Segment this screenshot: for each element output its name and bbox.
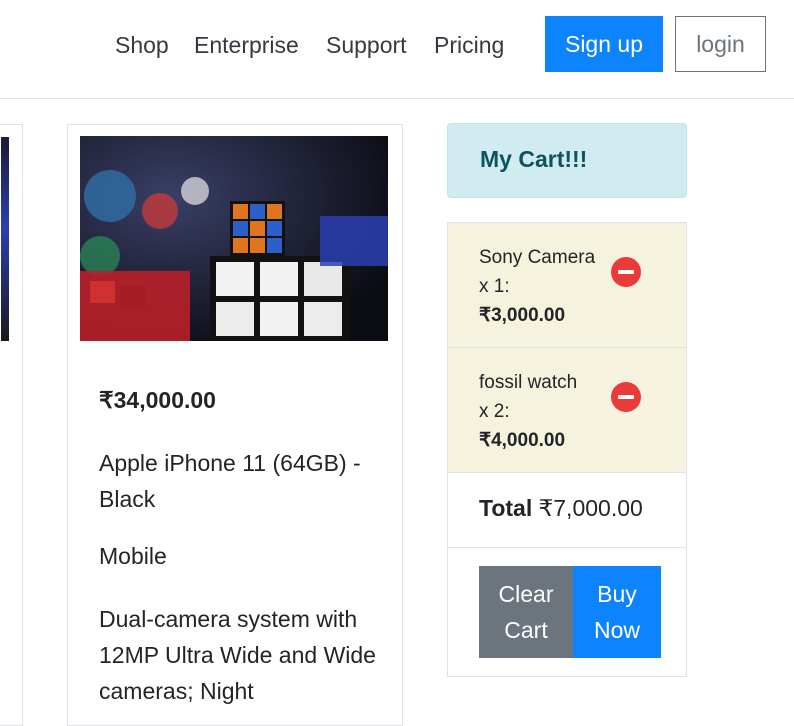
product-category: Mobile bbox=[99, 543, 167, 569]
cart-total: Total ₹7,000.00 bbox=[448, 473, 686, 548]
cart-item: Sony Camera x 1: ₹3,000.00 bbox=[448, 223, 686, 348]
cart-item-qty: x 1: bbox=[479, 276, 510, 297]
product-description: Dual-camera system with 12MP Ultra Wide … bbox=[99, 606, 376, 704]
clear-cart-button[interactable]: Clear Cart bbox=[479, 566, 573, 658]
product-name[interactable]: Apple iPhone 11 (64GB) - Black bbox=[99, 445, 389, 517]
cart-total-value: ₹7,000.00 bbox=[538, 495, 643, 521]
product-card: ₹34,000.00 Apple iPhone 11 (64GB) - Blac… bbox=[67, 124, 403, 726]
cart-header: My Cart!!! bbox=[447, 123, 687, 198]
cart-title: My Cart!!! bbox=[480, 146, 588, 172]
signup-button[interactable]: Sign up bbox=[545, 16, 663, 72]
buy-now-button[interactable]: Buy Now bbox=[573, 566, 661, 658]
cart-item-qty: x 2: bbox=[479, 401, 510, 422]
minus-circle-icon[interactable] bbox=[611, 257, 641, 287]
cart-item-price: ₹4,000.00 bbox=[479, 430, 566, 451]
product-card-partial bbox=[0, 124, 23, 726]
product-image bbox=[80, 136, 388, 341]
cart-list: Sony Camera x 1: ₹3,000.00 fossil watch … bbox=[447, 222, 687, 677]
minus-circle-icon[interactable] bbox=[611, 382, 641, 412]
product-price: ₹34,000.00 bbox=[99, 387, 216, 413]
cart-actions: Clear Cart Buy Now bbox=[448, 548, 686, 676]
cart-item: fossil watch x 2: ₹4,000.00 bbox=[448, 348, 686, 473]
cart-item-text: fossil watch x 2: ₹4,000.00 bbox=[479, 368, 609, 455]
cart-item-price: ₹3,000.00 bbox=[479, 305, 566, 326]
nav-link-shop[interactable]: Shop bbox=[115, 30, 169, 60]
cart-item-text: Sony Camera x 1: ₹3,000.00 bbox=[479, 243, 609, 330]
nav-link-support[interactable]: Support bbox=[326, 30, 407, 60]
cart-item-name: Sony Camera bbox=[479, 247, 596, 268]
nav-link-enterprise[interactable]: Enterprise bbox=[194, 30, 299, 60]
cart-total-text: Total ₹7,000.00 bbox=[479, 495, 643, 522]
cart-total-label: Total bbox=[479, 495, 533, 521]
top-navbar: Shop Enterprise Support Pricing Sign up … bbox=[0, 0, 794, 99]
nav-link-pricing[interactable]: Pricing bbox=[434, 30, 504, 60]
cart-item-name: fossil watch bbox=[479, 372, 578, 393]
product-image-partial bbox=[1, 137, 9, 341]
login-button[interactable]: login bbox=[675, 16, 766, 72]
